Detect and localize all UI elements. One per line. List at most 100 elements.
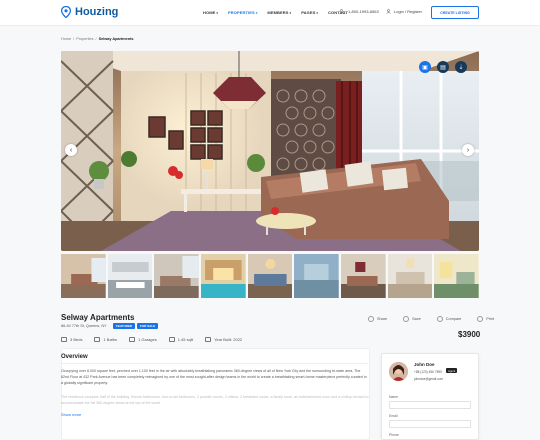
header-phone-text: 1-800-1993-6563 bbox=[348, 9, 379, 14]
site-header: Houzing HOME ▾ PROPERTIES ▾ MEMBERS ▾ PA… bbox=[0, 0, 540, 26]
agent-photo bbox=[389, 362, 408, 381]
chevron-down-icon: ▾ bbox=[255, 10, 258, 15]
thumbnail-photo bbox=[154, 254, 200, 298]
feature-baths: 1 Baths bbox=[94, 337, 117, 342]
breadcrumb-current: Selway Apartments bbox=[98, 37, 134, 41]
overview-paragraph-faded: The residence occupies half of the build… bbox=[61, 395, 369, 405]
create-listing-button[interactable]: CREATE LISTING bbox=[431, 6, 479, 19]
image-icon[interactable]: ▣ bbox=[419, 61, 431, 73]
thumbnail-photo bbox=[61, 254, 106, 298]
logo[interactable]: Houzing bbox=[61, 6, 118, 18]
show-more-link[interactable]: Show more bbox=[61, 412, 81, 417]
compare-icon bbox=[436, 316, 443, 322]
thumbnail[interactable] bbox=[107, 254, 153, 298]
print-button[interactable]: Print bbox=[477, 316, 494, 322]
compare-label: Compare bbox=[445, 317, 462, 321]
print-label: Print bbox=[486, 317, 495, 321]
nav-properties[interactable]: PROPERTIES ▾ bbox=[228, 10, 257, 15]
thumbnail-photo bbox=[294, 254, 340, 298]
calendar-icon bbox=[205, 337, 212, 342]
property-title: Selway Apartments bbox=[61, 313, 135, 322]
agent-email[interactable]: johndoe@gmail.com bbox=[414, 377, 443, 381]
nav-home[interactable]: HOME ▾ bbox=[203, 10, 218, 15]
gallery-icon[interactable]: ▤ bbox=[437, 61, 449, 73]
user-icon bbox=[386, 9, 391, 14]
agent-badge: Agent bbox=[446, 368, 458, 373]
share-button[interactable]: Share bbox=[368, 316, 387, 322]
thumbnail-photo bbox=[387, 254, 433, 298]
feature-label: 1.45 sqft bbox=[177, 337, 194, 342]
print-icon bbox=[477, 316, 484, 322]
bed-icon bbox=[61, 337, 67, 342]
chevron-down-icon: ▾ bbox=[216, 10, 219, 15]
property-price: $3900 bbox=[458, 330, 481, 339]
overview-heading: Overview bbox=[61, 354, 88, 360]
nav-members-label: MEMBERS bbox=[267, 10, 289, 15]
feature-label: 1 Garages bbox=[138, 337, 157, 342]
feature-year-built: Year Built: 2022 bbox=[205, 337, 242, 342]
area-icon bbox=[168, 337, 175, 342]
overview-paragraph: Occupying over 8,000 square feet, perche… bbox=[61, 369, 367, 385]
nav-pages[interactable]: PAGES ▾ bbox=[301, 10, 318, 15]
chevron-down-icon: ▾ bbox=[316, 10, 319, 15]
previous-image-button[interactable]: ‹ bbox=[65, 144, 77, 156]
download-icon[interactable]: ⇣ bbox=[455, 61, 467, 73]
feature-label: 3 Beds bbox=[70, 337, 83, 342]
feature-garages: 1 Garages bbox=[129, 337, 157, 342]
phone-icon bbox=[340, 9, 345, 14]
thumbnail[interactable] bbox=[341, 254, 386, 298]
nav-members[interactable]: MEMBERS ▾ bbox=[267, 10, 291, 15]
breadcrumb-properties[interactable]: Properties bbox=[76, 37, 93, 41]
thumbnail[interactable] bbox=[201, 254, 246, 298]
thumbnail[interactable] bbox=[434, 254, 480, 298]
thumbnail[interactable] bbox=[61, 254, 106, 298]
compare-button[interactable]: Compare bbox=[436, 316, 462, 322]
share-icon bbox=[368, 316, 374, 322]
divider bbox=[61, 363, 368, 364]
nav-pages-label: PAGES bbox=[301, 10, 316, 15]
email-field[interactable] bbox=[389, 420, 471, 428]
bath-icon bbox=[94, 337, 101, 342]
property-main-photo[interactable]: ▣ ▤ ⇣ ‹ › bbox=[61, 51, 479, 251]
property-address: 86-40 77th St, Queens, NY bbox=[61, 324, 107, 328]
agent-name: John Doe bbox=[414, 362, 435, 367]
living-room-photo bbox=[61, 51, 479, 251]
name-field[interactable] bbox=[389, 401, 471, 409]
breadcrumb-separator: / bbox=[73, 37, 75, 41]
for-sale-badge: FOR SALE bbox=[137, 323, 159, 329]
thumbnail-photo bbox=[341, 254, 386, 298]
header-phone[interactable]: 1-800-1993-6563 bbox=[340, 9, 379, 14]
featured-badge: FEATURED bbox=[113, 323, 136, 329]
nav-home-label: HOME bbox=[203, 10, 216, 15]
next-image-button[interactable]: › bbox=[462, 144, 474, 156]
thumbnail-photo bbox=[201, 254, 246, 298]
property-features: 3 Beds 1 Baths 1 Garages 1.45 sqft Year … bbox=[61, 337, 242, 342]
feature-label: Year Built: 2022 bbox=[214, 337, 243, 342]
thumbnail[interactable] bbox=[247, 254, 293, 298]
login-register-link[interactable]: Login / Register bbox=[386, 9, 422, 14]
thumbnail[interactable] bbox=[294, 254, 340, 298]
nav-properties-label: PROPERTIES bbox=[228, 10, 255, 15]
thumbnail-strip bbox=[61, 254, 480, 298]
save-button[interactable]: Save bbox=[403, 316, 421, 322]
thumbnail-photo bbox=[247, 254, 293, 298]
email-field-label: Email bbox=[389, 414, 398, 418]
save-label: Save bbox=[412, 317, 421, 321]
breadcrumb: Home / Properties / Selway Apartments bbox=[61, 37, 133, 41]
thumbnail-photo bbox=[107, 254, 153, 298]
feature-beds: 3 Beds bbox=[61, 337, 82, 342]
breadcrumb-separator: / bbox=[95, 37, 97, 41]
garage-icon bbox=[129, 337, 136, 342]
agent-phone: +88 (123) 456 7890 bbox=[414, 370, 442, 374]
logo-text: Houzing bbox=[75, 6, 119, 18]
feature-label: 1 Baths bbox=[103, 337, 118, 342]
thumbnail[interactable] bbox=[154, 254, 200, 298]
breadcrumb-home[interactable]: Home bbox=[61, 37, 71, 41]
name-field-label: Name bbox=[389, 395, 399, 399]
thumbnail[interactable] bbox=[387, 254, 433, 298]
avatar bbox=[389, 362, 408, 381]
thumbnail-photo bbox=[434, 254, 480, 298]
property-actions: Share Save Compare Print bbox=[368, 316, 494, 322]
phone-field-label: Phone bbox=[389, 433, 399, 437]
heart-icon bbox=[403, 316, 410, 322]
